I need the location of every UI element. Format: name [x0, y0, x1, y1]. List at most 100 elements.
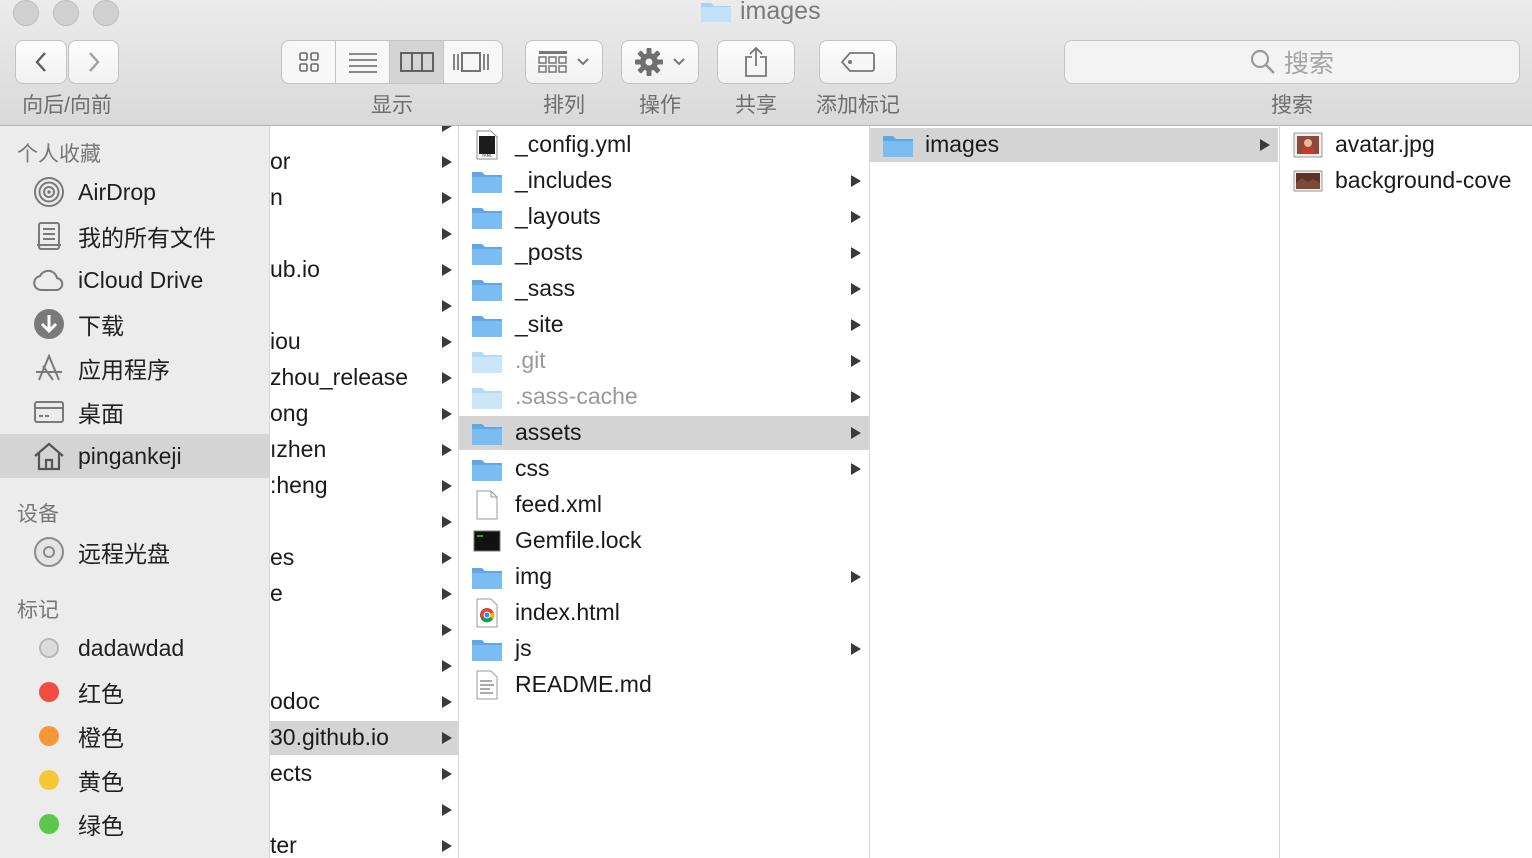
sidebar-item-icloud-drive[interactable]: iCloud Drive: [0, 258, 270, 302]
file-row[interactable]: [270, 289, 458, 323]
disclosure-arrow-icon[interactable]: [442, 552, 452, 564]
sidebar-item-airdrop[interactable]: AirDrop: [0, 170, 270, 214]
disclosure-arrow-icon[interactable]: [1260, 139, 1270, 151]
disclosure-arrow-icon[interactable]: [851, 319, 861, 331]
file-row[interactable]: .git: [459, 344, 869, 378]
file-row[interactable]: 30.github.io: [270, 721, 458, 755]
sidebar-item-downloads[interactable]: 下载: [0, 302, 270, 346]
file-row[interactable]: YAML _config.yml: [459, 128, 869, 162]
share-button[interactable]: [717, 40, 795, 84]
disclosure-arrow-icon[interactable]: [442, 444, 452, 456]
column-view-button[interactable]: [390, 41, 444, 83]
file-row[interactable]: _includes: [459, 164, 869, 198]
sidebar-item-desktop[interactable]: 桌面: [0, 390, 270, 434]
disclosure-arrow-icon[interactable]: [442, 516, 452, 528]
sidebar-tag-red[interactable]: 红色: [0, 670, 270, 714]
forward-button[interactable]: [68, 40, 119, 84]
file-row[interactable]: e: [270, 577, 458, 611]
sidebar-item-remote-disc[interactable]: 远程光盘: [0, 530, 270, 574]
action-button[interactable]: [621, 40, 699, 84]
list-view-button[interactable]: [336, 41, 390, 83]
file-row[interactable]: n: [270, 181, 458, 215]
file-row[interactable]: iou: [270, 325, 458, 359]
disclosure-arrow-icon[interactable]: [442, 840, 452, 852]
sidebar-tag-green[interactable]: 绿色: [0, 802, 270, 846]
file-row[interactable]: ter: [270, 829, 458, 858]
sidebar-item-pingankeji[interactable]: pingankeji: [0, 434, 270, 478]
file-row[interactable]: zhou_release: [270, 361, 458, 395]
disclosure-arrow-icon[interactable]: [442, 126, 452, 132]
disclosure-arrow-icon[interactable]: [442, 768, 452, 780]
zoom-window-button[interactable]: [93, 0, 119, 26]
file-row[interactable]: css: [459, 452, 869, 486]
file-row[interactable]: [270, 505, 458, 539]
file-row[interactable]: assets: [459, 416, 869, 450]
arrange-button[interactable]: [525, 40, 603, 84]
disclosure-arrow-icon[interactable]: [442, 660, 452, 672]
file-row[interactable]: es: [270, 541, 458, 575]
file-row[interactable]: ızhen: [270, 433, 458, 467]
sidebar-tag-orange[interactable]: 橙色: [0, 714, 270, 758]
disclosure-arrow-icon[interactable]: [442, 156, 452, 168]
file-row[interactable]: ub.io: [270, 253, 458, 287]
file-row[interactable]: background-cove: [1280, 164, 1532, 198]
disclosure-arrow-icon[interactable]: [442, 408, 452, 420]
file-row[interactable]: _sass: [459, 272, 869, 306]
disclosure-arrow-icon[interactable]: [442, 228, 452, 240]
file-row[interactable]: index.html: [459, 596, 869, 630]
sidebar-tag-yellow[interactable]: 黄色: [0, 758, 270, 802]
file-row[interactable]: ects: [270, 757, 458, 791]
browser-column-4[interactable]: avatar.jpg background-cove: [1280, 126, 1532, 858]
disclosure-arrow-icon[interactable]: [851, 391, 861, 403]
disclosure-arrow-icon[interactable]: [851, 427, 861, 439]
disclosure-arrow-icon[interactable]: [442, 624, 452, 636]
file-row[interactable]: images: [870, 128, 1278, 162]
disclosure-arrow-icon[interactable]: [442, 372, 452, 384]
browser-column-2[interactable]: YAML _config.yml _includes _layouts _posts _s…: [459, 126, 870, 858]
file-row[interactable]: avatar.jpg: [1280, 128, 1532, 162]
browser-column-3[interactable]: images: [870, 126, 1280, 858]
file-row[interactable]: js: [459, 632, 869, 666]
file-row[interactable]: or: [270, 145, 458, 179]
disclosure-arrow-icon[interactable]: [851, 643, 861, 655]
disclosure-arrow-icon[interactable]: [442, 732, 452, 744]
file-row[interactable]: [270, 126, 458, 143]
file-row[interactable]: _site: [459, 308, 869, 342]
search-input[interactable]: 搜索: [1064, 40, 1520, 84]
browser-column-1[interactable]: or n ub.io iou zhou_release ong ızhen:heng es e o…: [270, 126, 459, 858]
sidebar-item-applications[interactable]: 应用程序: [0, 346, 270, 390]
sidebar-item-all-files[interactable]: 我的所有文件: [0, 214, 270, 258]
file-row[interactable]: img: [459, 560, 869, 594]
file-row[interactable]: :heng: [270, 469, 458, 503]
disclosure-arrow-icon[interactable]: [442, 300, 452, 312]
disclosure-arrow-icon[interactable]: [442, 192, 452, 204]
disclosure-arrow-icon[interactable]: [442, 264, 452, 276]
back-button[interactable]: [15, 40, 67, 84]
icon-view-button[interactable]: [282, 41, 336, 83]
file-row[interactable]: Gemfile.lock: [459, 524, 869, 558]
cover-flow-view-button[interactable]: [444, 41, 498, 83]
file-row[interactable]: [270, 613, 458, 647]
disclosure-arrow-icon[interactable]: [851, 247, 861, 259]
disclosure-arrow-icon[interactable]: [442, 804, 452, 816]
file-row[interactable]: [270, 217, 458, 251]
add-tag-button[interactable]: [819, 40, 897, 84]
file-row[interactable]: feed.xml: [459, 488, 869, 522]
sidebar-tag-dadawdad[interactable]: dadawdad: [0, 626, 270, 670]
file-row[interactable]: _layouts: [459, 200, 869, 234]
disclosure-arrow-icon[interactable]: [851, 571, 861, 583]
file-row[interactable]: [270, 649, 458, 683]
file-row[interactable]: .sass-cache: [459, 380, 869, 414]
file-row[interactable]: _posts: [459, 236, 869, 270]
disclosure-arrow-icon[interactable]: [851, 211, 861, 223]
file-row[interactable]: [270, 793, 458, 827]
file-row[interactable]: ong: [270, 397, 458, 431]
minimize-window-button[interactable]: [53, 0, 79, 26]
view-mode-control[interactable]: [281, 40, 503, 84]
file-row[interactable]: README.md: [459, 668, 869, 702]
disclosure-arrow-icon[interactable]: [851, 175, 861, 187]
disclosure-arrow-icon[interactable]: [442, 336, 452, 348]
disclosure-arrow-icon[interactable]: [442, 588, 452, 600]
disclosure-arrow-icon[interactable]: [851, 463, 861, 475]
disclosure-arrow-icon[interactable]: [442, 480, 452, 492]
